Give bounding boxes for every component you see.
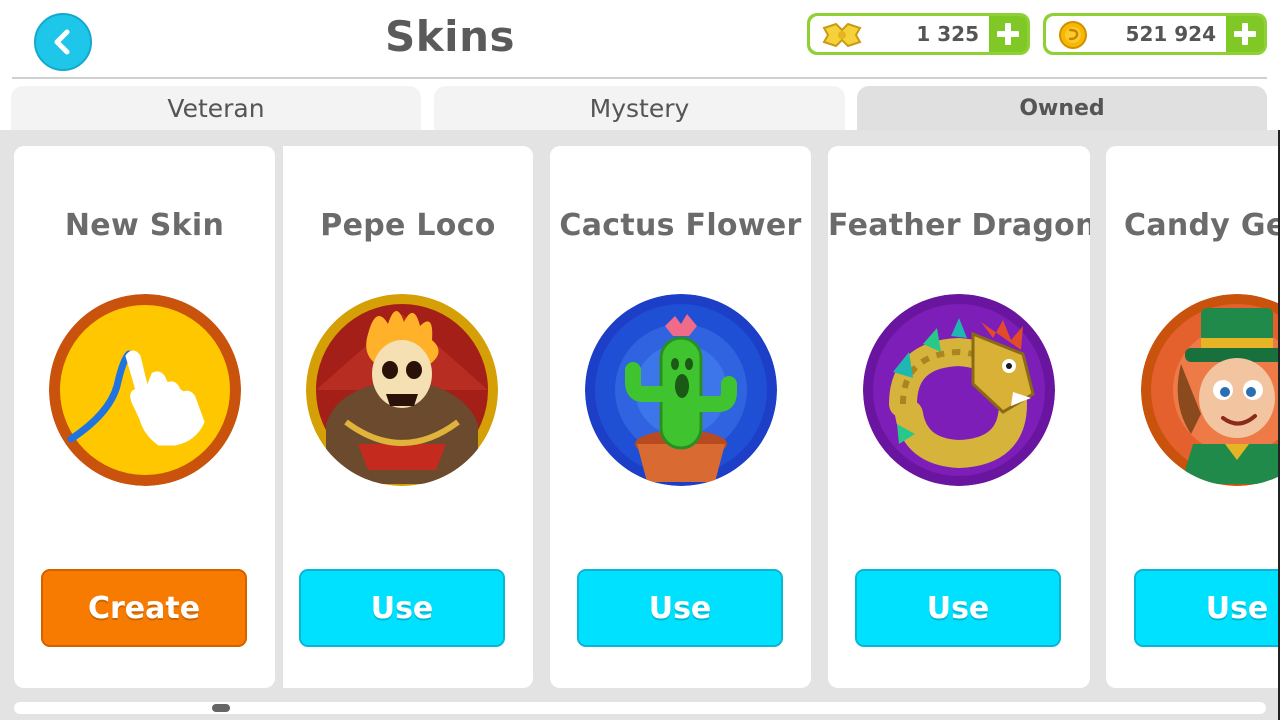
use-skin-button[interactable]: Use (1134, 569, 1280, 647)
chevron-left-icon (54, 29, 70, 55)
header-divider (12, 77, 1267, 79)
skin-card-new-skin: New Skin Create (14, 146, 275, 688)
skin-name: Pepe Loco (320, 208, 496, 243)
skin-name: Feather Dragon (828, 208, 1090, 243)
skin-name: Candy Ge (1124, 208, 1280, 243)
page-title: Skins (385, 12, 515, 61)
tab-veteran[interactable]: Veteran (11, 86, 421, 130)
skins-list[interactable]: New Skin Create Pepe Loco Use Cactus Flo… (0, 130, 1280, 720)
back-button[interactable] (34, 13, 92, 71)
use-skin-button[interactable]: Use (577, 569, 783, 647)
ticket-amount: 1 325 (916, 22, 979, 46)
plus-icon (1234, 23, 1256, 45)
add-tickets-button[interactable] (989, 16, 1027, 52)
ticket-icon (822, 22, 862, 48)
plus-icon (997, 23, 1019, 45)
skin-card-candy-ge: Candy Ge Use (1106, 146, 1280, 688)
leprechaun-avatar (1141, 294, 1280, 486)
scrollbar-thumb[interactable] (212, 704, 230, 712)
create-skin-button[interactable]: Create (41, 569, 247, 647)
cactus-avatar (585, 294, 777, 486)
coin-amount: 521 924 (1125, 22, 1216, 46)
flaming-skull-avatar (306, 294, 498, 486)
skin-card-cactus-flower: Cactus Flower Use (550, 146, 811, 688)
horizontal-scrollbar[interactable] (14, 702, 1266, 714)
use-skin-button[interactable]: Use (299, 569, 505, 647)
skin-card-feather-dragon: Feather Dragon Use (828, 146, 1090, 688)
feather-dragon-avatar (863, 294, 1055, 486)
draw-skin-icon (49, 294, 241, 486)
skin-name: Cactus Flower (559, 208, 802, 243)
coin-icon (1059, 21, 1087, 49)
skin-name: New Skin (64, 208, 225, 243)
use-skin-button[interactable]: Use (855, 569, 1061, 647)
skin-card-pepe-loco: Pepe Loco Use (283, 146, 533, 688)
add-coins-button[interactable] (1226, 16, 1264, 52)
ticket-balance[interactable]: 1 325 (807, 13, 1030, 55)
tab-owned[interactable]: Owned (857, 86, 1267, 130)
tab-mystery[interactable]: Mystery (434, 86, 845, 130)
coin-balance[interactable]: 521 924 (1043, 13, 1267, 55)
